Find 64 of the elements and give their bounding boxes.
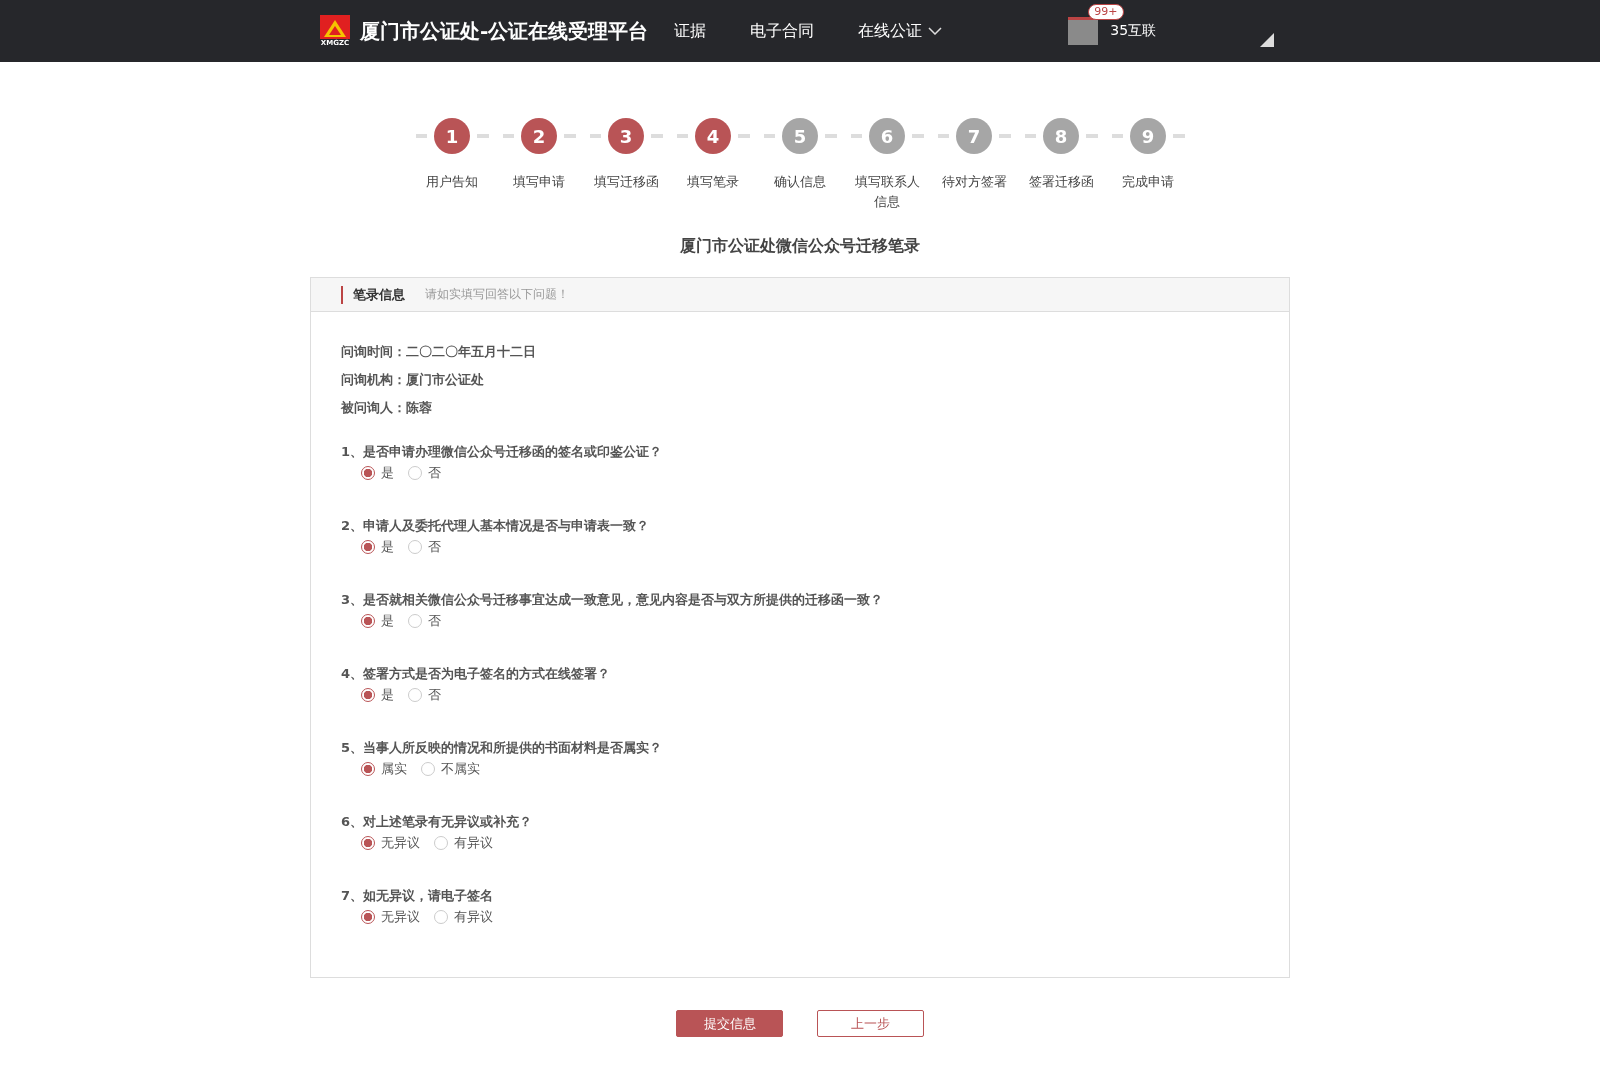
option-label[interactable]: 有异议	[454, 908, 493, 926]
option-label[interactable]: 不属实	[441, 760, 480, 778]
option-label[interactable]: 否	[428, 686, 441, 704]
option-label[interactable]: 无异议	[381, 908, 420, 926]
step-label: 签署迁移函	[1027, 173, 1095, 191]
corner-triangle-icon[interactable]	[1260, 33, 1274, 47]
step-number: 2	[521, 118, 557, 154]
step-number: 6	[869, 118, 905, 154]
question-text: 5、当事人所反映的情况和所提供的书面材料是否属实？	[341, 739, 664, 757]
page-title: 厦门市公证处微信公众号迁移笔录	[679, 236, 921, 257]
info-line: 问询机构：厦门市公证处	[341, 371, 485, 389]
step-number: 8	[1043, 118, 1079, 154]
radio-button[interactable]	[361, 466, 375, 480]
step-number: 5	[782, 118, 818, 154]
step-label: 确认信息	[773, 173, 827, 191]
panel-hint: 请如实填写回答以下问题！	[425, 286, 569, 303]
radio-button[interactable]	[361, 614, 375, 628]
question-text: 6、对上述笔录有无异议或补充？	[341, 813, 534, 831]
step-number: 1	[434, 118, 470, 154]
option-label[interactable]: 是	[381, 612, 394, 630]
step-label: 填写申请	[512, 173, 566, 191]
avatar-icon	[1068, 17, 1099, 45]
radio-button[interactable]	[361, 910, 375, 924]
user-name[interactable]: 35互联	[1110, 22, 1157, 40]
step-number: 3	[608, 118, 644, 154]
radio-button[interactable]	[361, 836, 375, 850]
nav-link[interactable]: 证据	[674, 20, 707, 42]
question-text: 1、是否申请办理微信公众号迁移函的签名或印鉴公证？	[341, 443, 664, 461]
step-number: 9	[1130, 118, 1166, 154]
question-text: 4、签署方式是否为电子签名的方式在线签署？	[341, 665, 612, 683]
notification-badge: 99+	[1088, 4, 1124, 20]
option-label[interactable]: 无异议	[381, 834, 420, 852]
submit-button[interactable]: 提交信息	[676, 1010, 783, 1037]
option-label[interactable]: 否	[428, 464, 441, 482]
step-label: 完成申请	[1121, 173, 1175, 191]
option-label[interactable]: 有异议	[454, 834, 493, 852]
step-number: 7	[956, 118, 992, 154]
question-text: 3、是否就相关微信公众号迁移事宜达成一致意见，意见内容是否与双方所提供的迁移函一致？	[341, 591, 885, 609]
option-label[interactable]: 是	[381, 538, 394, 556]
radio-button[interactable]	[361, 688, 375, 702]
back-button[interactable]: 上一步	[817, 1010, 924, 1037]
step-number: 4	[695, 118, 731, 154]
panel-title: 笔录信息	[341, 285, 405, 304]
option-label[interactable]: 属实	[381, 760, 407, 778]
info-line: 问询时间：二〇二〇年五月十二日	[341, 343, 537, 361]
option-label[interactable]: 是	[381, 464, 394, 482]
option-label[interactable]: 否	[428, 538, 441, 556]
radio-button[interactable]	[361, 540, 375, 554]
radio-button[interactable]	[361, 762, 375, 776]
step-label: 用户告知	[425, 173, 479, 191]
logo-icon	[320, 15, 350, 39]
step-label: 填写迁移函	[592, 173, 660, 191]
step-label: 填写联系人信息	[853, 173, 921, 211]
site-title: 厦门市公证处-公证在线受理平台	[360, 17, 649, 45]
option-label[interactable]: 否	[428, 612, 441, 630]
question-text: 2、申请人及委托代理人基本情况是否与申请表一致？	[341, 517, 651, 535]
chevron-down-icon	[928, 27, 943, 35]
nav-link[interactable]: 电子合同	[750, 20, 815, 42]
step-label: 待对方签署	[940, 173, 1008, 191]
question-text: 7、如无异议，请电子签名	[341, 887, 495, 905]
step-label: 填写笔录	[686, 173, 740, 191]
info-line: 被问询人：陈蓉	[341, 399, 433, 417]
nav-link[interactable]: 在线公证	[858, 20, 943, 42]
option-label[interactable]: 是	[381, 686, 394, 704]
